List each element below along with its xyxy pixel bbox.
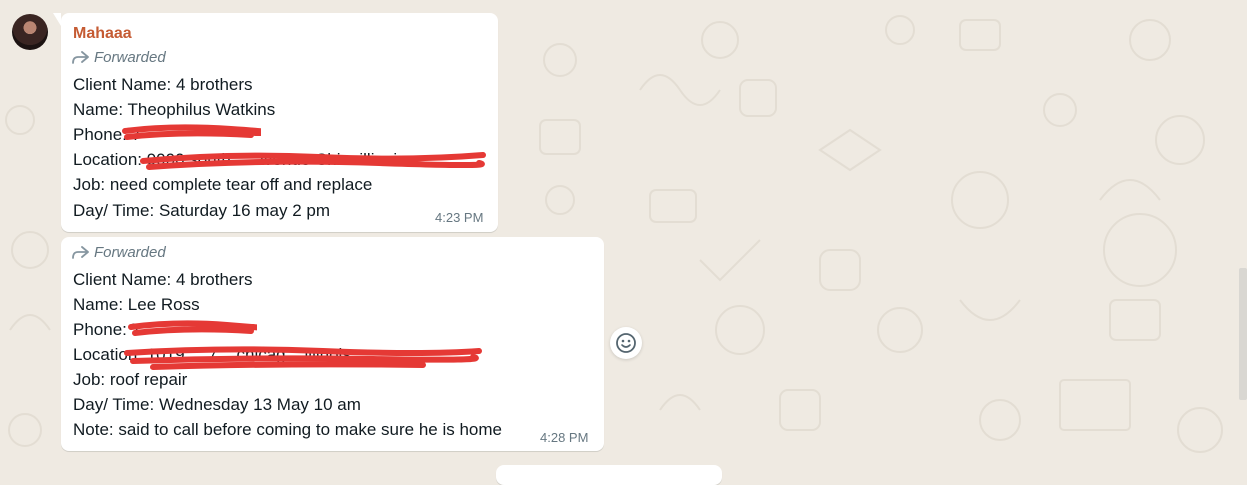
line-client-name: Client Name: 4 brothers — [73, 75, 253, 94]
message-timestamp: 4:23 PM — [435, 210, 484, 225]
line-note: Note: said to call before coming to make… — [73, 420, 502, 439]
next-message-bubble[interactable] — [496, 465, 722, 485]
message-bubble-1[interactable]: Mahaaa Forwarded Client Name: 4 brothers… — [53, 13, 498, 232]
line-job: Job: need complete tear off and replace — [73, 175, 373, 194]
message-timestamp: 4:28 PM — [540, 430, 589, 445]
sender-name[interactable]: Mahaaa — [73, 25, 132, 43]
line-phone: Phone: 7 — [73, 320, 142, 339]
sender-avatar[interactable] — [12, 14, 48, 50]
forward-arrow-icon — [72, 50, 89, 64]
line-location: Location: 1019 ... 7... chicag... illino… — [73, 345, 351, 364]
forwarded-indicator: Forwarded — [71, 49, 166, 66]
line-job: Job: roof repair — [73, 370, 188, 389]
forward-arrow-icon — [72, 245, 89, 259]
forwarded-label: Forwarded — [94, 244, 166, 261]
line-name: Name: Lee Ross — [73, 295, 200, 314]
react-button[interactable] — [610, 327, 642, 359]
message-bubble-2[interactable]: Forwarded Client Name: 4 brothers Name: … — [61, 237, 604, 451]
smiley-icon — [616, 333, 636, 353]
phone-redaction-mark — [122, 124, 261, 140]
line-day-time: Day/ Time: Saturday 16 may 2 pm — [73, 201, 330, 220]
phone-redaction-mark — [128, 320, 257, 336]
forwarded-label: Forwarded — [94, 49, 166, 66]
line-day-time: Day/ Time: Wednesday 13 May 10 am — [73, 395, 361, 414]
forwarded-indicator: Forwarded — [71, 244, 166, 261]
scrollbar-thumb[interactable] — [1239, 268, 1247, 400]
line-name: Name: Theophilus Watkins — [73, 100, 276, 119]
line-phone: Phone: 7 — [73, 125, 142, 144]
line-location: Location: 9000 south ... avenue Chi... i… — [73, 150, 406, 169]
line-client-name: Client Name: 4 brothers — [73, 270, 253, 289]
